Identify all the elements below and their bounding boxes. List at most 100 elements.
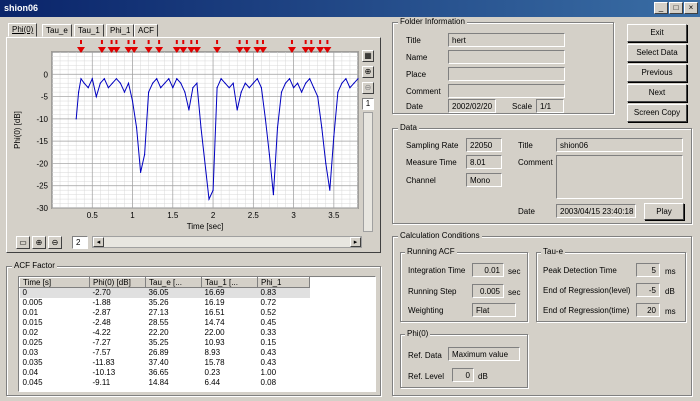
- end-level-field[interactable]: -5: [636, 283, 660, 297]
- data-comment-field[interactable]: [556, 155, 683, 199]
- tab-tau-e[interactable]: Tau_e: [42, 24, 72, 37]
- ref-data-field[interactable]: Maximum value: [448, 347, 520, 361]
- channel-field[interactable]: Mono: [466, 173, 502, 187]
- horizontal-scrollbar[interactable]: ◂ ▸: [92, 236, 362, 248]
- data-date-label: Date: [518, 207, 535, 216]
- table-cell: 0.025: [22, 338, 43, 347]
- side-value-field[interactable]: 1: [362, 98, 374, 110]
- close-icon[interactable]: ×: [684, 2, 698, 14]
- data-point: [144, 153, 146, 156]
- table-cell: 22.00: [204, 328, 225, 337]
- integration-time-unit: sec: [508, 267, 521, 276]
- table-row[interactable]: 0.045 -9.11 14.84 6.44 0.08: [20, 378, 310, 388]
- table-row[interactable]: 0.04 -10.13 36.65 0.23 1.00: [20, 368, 310, 378]
- end-time-field[interactable]: 20: [636, 303, 660, 317]
- folder-place-field[interactable]: [448, 67, 565, 81]
- column-header[interactable]: Time [s]: [19, 277, 90, 288]
- data-point: [333, 136, 335, 138]
- select-data-button[interactable]: Select Data: [627, 44, 687, 62]
- acf-factor-table: Time [s] Phi(0) [dB] Tau_e [... Tau_1 [... P…: [19, 277, 310, 388]
- folder-comment-field[interactable]: [448, 84, 565, 98]
- column-header[interactable]: Phi(0) [dB]: [89, 277, 146, 288]
- table-row[interactable]: 0.03 -7.57 26.89 8.93 0.43: [20, 348, 310, 358]
- window-controls: _ □ ×: [653, 2, 698, 14]
- zoom-out-x-icon[interactable]: ⊖: [48, 236, 62, 249]
- folder-date-field[interactable]: 2002/02/20: [448, 99, 496, 113]
- play-button[interactable]: Play: [644, 203, 684, 220]
- end-time-label: End of Regression(time): [543, 306, 630, 315]
- column-header[interactable]: Tau_1 [...: [201, 277, 258, 288]
- folder-comment-label: Comment: [406, 87, 441, 96]
- zoom-in-x-icon[interactable]: ⊕: [32, 236, 46, 249]
- table-row[interactable]: 0.01 -2.87 27.13 16.51 0.52: [20, 308, 310, 318]
- exit-button[interactable]: Exit: [627, 24, 687, 42]
- folder-info-title: Folder Information: [398, 17, 467, 26]
- minimize-icon[interactable]: _: [654, 2, 668, 14]
- ref-data-label: Ref. Data: [408, 351, 442, 360]
- screen-copy-button[interactable]: Screen Copy: [627, 104, 687, 122]
- table-row[interactable]: 0 -2.70 36.05 16.69 0.83: [19, 287, 310, 298]
- zoom-in-icon[interactable]: ⊕: [362, 66, 374, 78]
- tab-acf[interactable]: ACF: [134, 24, 158, 37]
- ref-level-field[interactable]: 0: [452, 368, 474, 382]
- calc-title: Calculation Conditions: [398, 231, 482, 240]
- data-point: [325, 162, 327, 165]
- vertical-scrollbar[interactable]: [363, 112, 373, 232]
- table-cell: 0.01: [22, 308, 39, 317]
- data-point: [337, 91, 339, 93]
- table-cell: 0.33: [260, 328, 277, 337]
- tab-phi-1[interactable]: Phi_1: [106, 24, 135, 37]
- table-cell: 16.51: [204, 308, 225, 317]
- sampling-rate-field[interactable]: 22050: [466, 138, 502, 152]
- data-point: [107, 87, 109, 89]
- table-row[interactable]: 0.005 -1.88 35.26 16.19 0.72: [20, 298, 310, 308]
- data-point: [188, 109, 190, 111]
- x-axis-label: Time [sec]: [187, 222, 224, 231]
- data-point: [305, 82, 307, 84]
- data-point: [123, 91, 126, 93]
- tab-phi0[interactable]: Phi(0): [8, 23, 38, 37]
- scroll-right-icon[interactable]: ▸: [350, 237, 361, 247]
- tab-tau-1[interactable]: Tau_1: [74, 24, 104, 37]
- integration-time-field[interactable]: 0.01: [472, 263, 504, 277]
- sampling-rate-label: Sampling Rate: [406, 141, 459, 150]
- table-cell: -10.13: [92, 368, 116, 377]
- y-tick-label: -15: [36, 137, 48, 146]
- folder-title-field[interactable]: hert: [448, 33, 565, 47]
- data-date-field[interactable]: 2003/04/15 23:40:18: [556, 204, 636, 218]
- x-tick-label: 0.5: [87, 211, 99, 220]
- folder-name-field[interactable]: [448, 50, 565, 64]
- ref-level-unit: dB: [478, 372, 488, 381]
- data-title-field[interactable]: shion06: [556, 138, 683, 152]
- x-tick-label: 3: [291, 211, 296, 220]
- fit-icon[interactable]: ▭: [16, 236, 30, 249]
- table-row[interactable]: 0.035 -11.83 37.40 15.78 0.43: [20, 358, 310, 368]
- pan-icon[interactable]: ▦: [362, 50, 374, 62]
- table-cell: -9.11: [92, 378, 111, 387]
- running-step-field[interactable]: 0.005: [472, 284, 504, 298]
- table-row[interactable]: 0.015 -2.48 28.55 14.74 0.45: [20, 318, 310, 328]
- next-button[interactable]: Next: [627, 84, 687, 102]
- column-header[interactable]: Phi_1: [257, 277, 310, 288]
- data-point: [208, 198, 210, 200]
- measure-time-field[interactable]: 8.01: [466, 155, 502, 169]
- column-header[interactable]: Tau_e [...: [145, 277, 202, 288]
- data-point: [168, 78, 170, 80]
- scroll-left-icon[interactable]: ◂: [93, 237, 104, 247]
- data-point: [228, 87, 230, 89]
- zoom-out-icon[interactable]: ⊖: [362, 82, 374, 94]
- peak-detection-field[interactable]: 5: [636, 263, 660, 277]
- phi0-plot[interactable]: 0 -5 -10 -15 -20 -25 -30 0.5 1 1.5 2 2.5 3 3.5 Time [s…: [8, 40, 360, 235]
- zoom-value-field[interactable]: 2: [72, 236, 88, 249]
- folder-scale-label: Scale: [512, 102, 533, 111]
- measure-time-label: Measure Time: [406, 158, 457, 167]
- x-tick-label: 2.5: [248, 211, 260, 220]
- integration-time-label: Integration Time: [408, 266, 466, 275]
- data-point: [176, 78, 178, 80]
- table-row[interactable]: 0.02 -4.22 22.20 22.00 0.33: [20, 328, 310, 338]
- folder-scale-field[interactable]: 1/1: [536, 99, 564, 113]
- table-row[interactable]: 0.025 -7.27 35.25 10.93 0.15: [20, 338, 310, 348]
- previous-button[interactable]: Previous: [627, 64, 687, 82]
- weighting-field[interactable]: Flat: [472, 303, 516, 317]
- maximize-icon[interactable]: □: [669, 2, 683, 14]
